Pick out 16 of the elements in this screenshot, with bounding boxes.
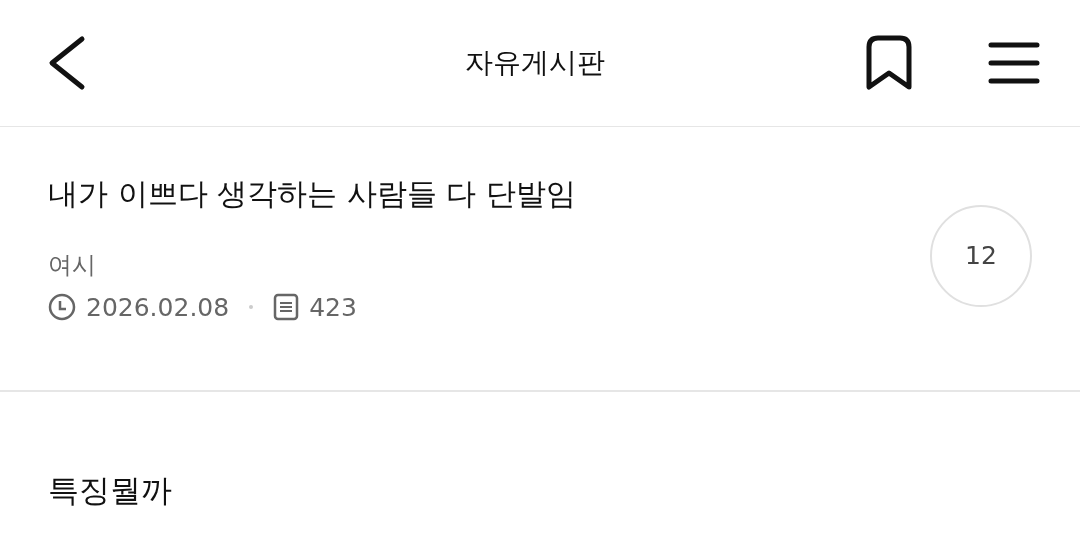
post-body: 특징뭘까 — [47, 471, 173, 510]
post-title: 내가 이쁘다 생각하는 사람들 다 단발임 — [48, 174, 577, 213]
back-button[interactable] — [46, 35, 86, 91]
menu-button[interactable] — [988, 41, 1040, 85]
bookmark-icon — [864, 35, 914, 91]
author-name: 여시 — [48, 249, 97, 281]
menu-icon — [988, 41, 1040, 85]
bookmark-button[interactable] — [864, 35, 914, 91]
back-icon — [46, 35, 86, 91]
comment-count-button[interactable]: 12 — [930, 204, 1032, 307]
post-date: 2026.02.08 — [86, 292, 230, 322]
separator-dot — [249, 305, 254, 309]
view-count: 423 — [309, 292, 357, 322]
board-title: 자유게시판 — [464, 45, 606, 81]
clock-icon — [48, 293, 76, 321]
document-icon — [273, 293, 300, 321]
